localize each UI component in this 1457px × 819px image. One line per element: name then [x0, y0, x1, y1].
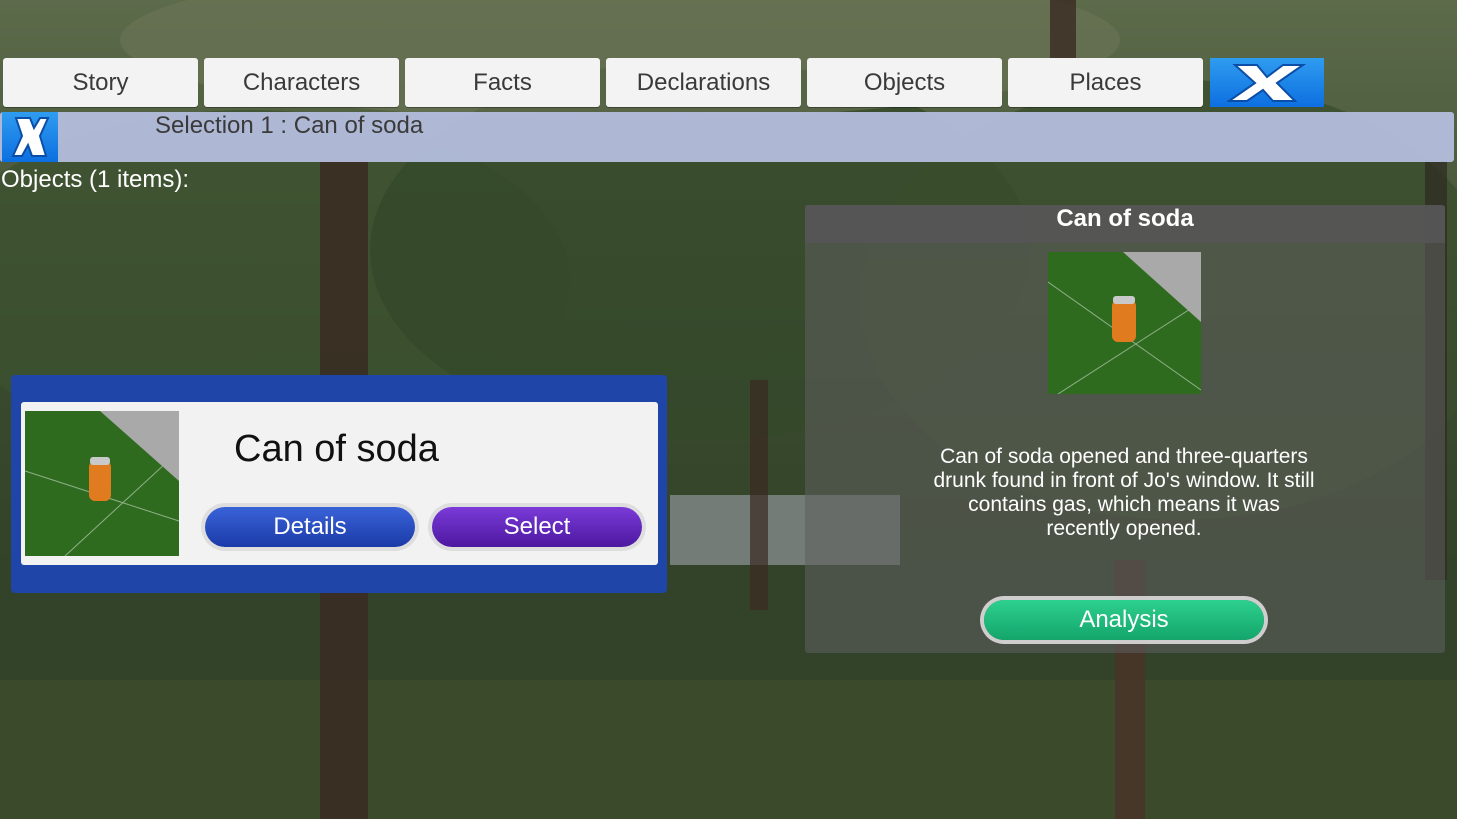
- tab-declarations[interactable]: Declarations: [606, 58, 801, 107]
- can-of-soda-thumbnail: [25, 411, 179, 556]
- tab-story[interactable]: Story: [3, 58, 198, 107]
- x-icon: [1227, 63, 1307, 102]
- select-button[interactable]: Select: [432, 507, 642, 547]
- objects-count-heading: Objects (1 items):: [1, 166, 190, 193]
- object-description: Can of soda opened and three-quarters dr…: [933, 445, 1315, 540]
- tab-characters[interactable]: Characters: [204, 58, 399, 107]
- can-of-soda-image: [1048, 252, 1201, 394]
- tab-places[interactable]: Places: [1008, 58, 1203, 107]
- selection-label: Selection 1 : Can of soda: [155, 112, 424, 139]
- tab-facts[interactable]: Facts: [405, 58, 600, 107]
- analysis-button[interactable]: Analysis: [984, 600, 1264, 640]
- tab-objects[interactable]: Objects: [807, 58, 1002, 107]
- object-name: Can of soda: [234, 428, 439, 470]
- clear-selection-button[interactable]: [2, 112, 58, 162]
- detail-title: Can of soda: [1056, 205, 1194, 232]
- details-button[interactable]: Details: [205, 507, 415, 547]
- close-menu-button[interactable]: [1210, 58, 1324, 107]
- x-icon: [11, 117, 50, 157]
